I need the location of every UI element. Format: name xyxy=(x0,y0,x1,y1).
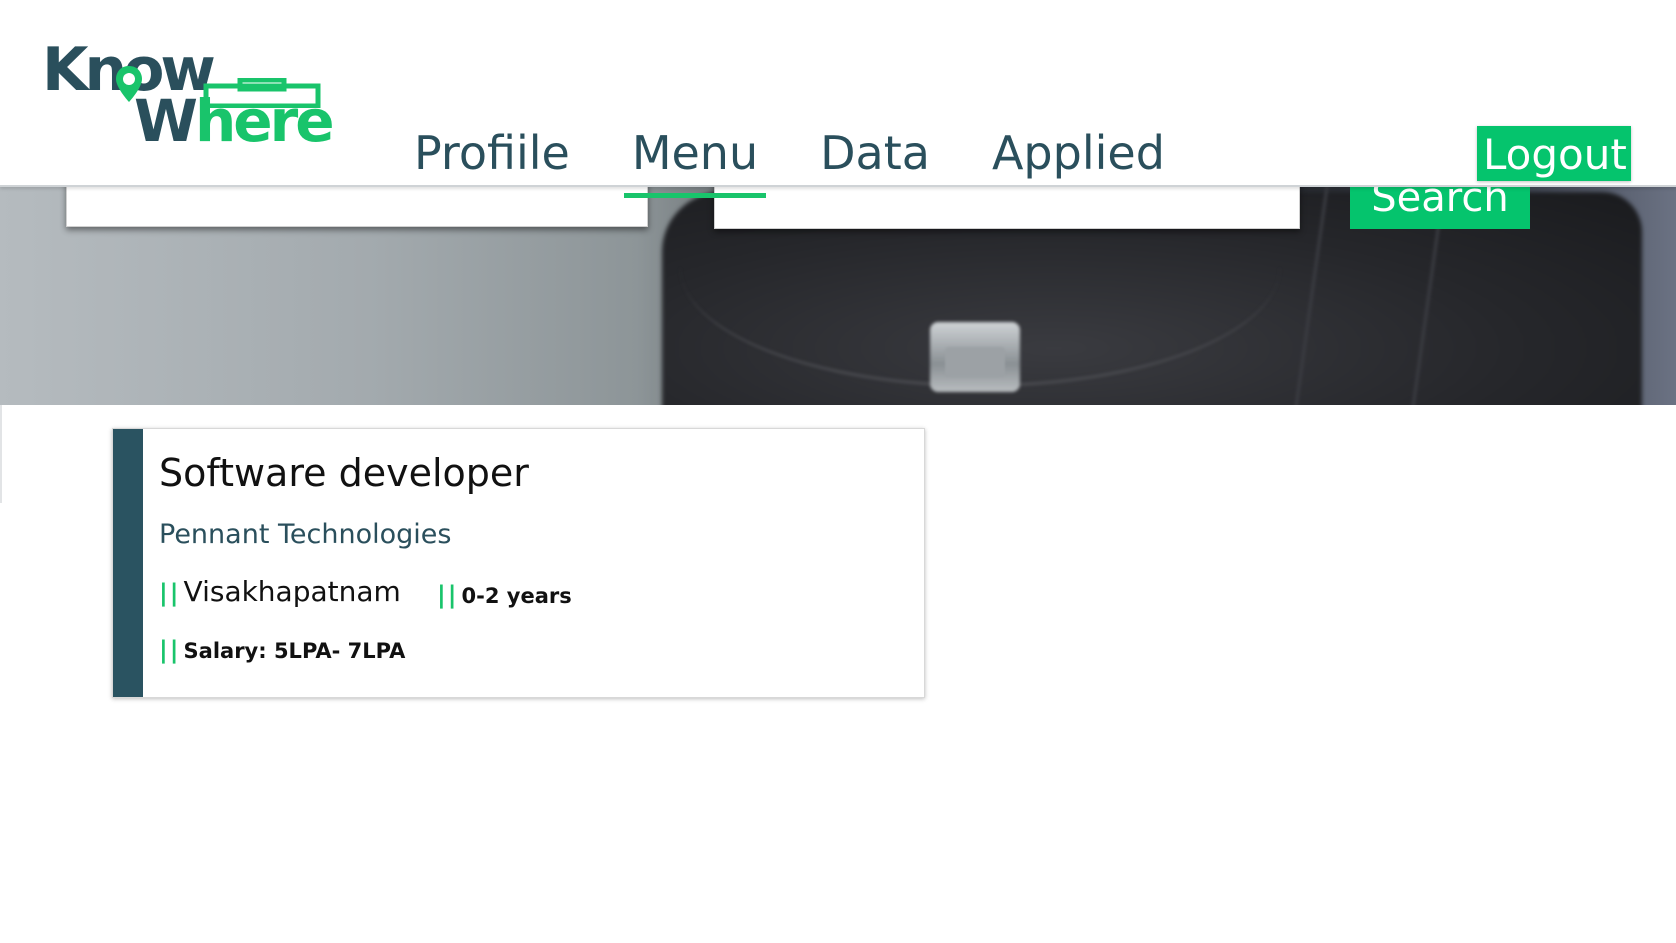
job-location: || Visakhapatnam xyxy=(159,575,401,608)
top-header: Know Where Profiile Menu Data Applied Lo… xyxy=(0,0,1676,198)
salary-marker-icon: || xyxy=(159,636,181,664)
briefcase-lock-plate xyxy=(945,347,1005,377)
job-company: Pennant Technologies xyxy=(159,519,452,550)
job-card-accent-bar xyxy=(113,429,143,697)
nav-item-applied[interactable]: Applied xyxy=(988,118,1169,188)
search-button[interactable]: Search xyxy=(1350,187,1530,229)
job-card[interactable]: Software developer Pennant Technologies … xyxy=(112,428,925,698)
job-experience-text: 0-2 years xyxy=(461,584,572,608)
left-divider xyxy=(0,405,2,503)
location-marker-icon: || xyxy=(159,579,181,607)
experience-marker-icon: || xyxy=(437,581,459,609)
nav-item-menu[interactable]: Menu xyxy=(623,118,767,198)
logout-button[interactable]: Logout xyxy=(1477,126,1631,181)
logo-text-where: Where xyxy=(134,87,335,155)
job-salary-text: Salary: 5LPA- 7LPA xyxy=(183,639,406,663)
nav-item-profile[interactable]: Profiile xyxy=(410,118,574,188)
nav-item-data[interactable]: Data xyxy=(816,118,934,188)
knowwhere-logo[interactable]: Know Where xyxy=(42,40,335,155)
job-experience: || 0-2 years xyxy=(437,581,572,609)
search-location-input[interactable] xyxy=(714,187,1300,229)
main-nav: Profiile Menu Data Applied xyxy=(410,118,1223,198)
job-title[interactable]: Software developer xyxy=(159,451,529,495)
job-salary: || Salary: 5LPA- 7LPA xyxy=(159,636,405,664)
hero-banner: Search xyxy=(0,187,1676,405)
job-location-text: Visakhapatnam xyxy=(183,575,401,608)
search-keyword-input[interactable] xyxy=(66,187,648,227)
